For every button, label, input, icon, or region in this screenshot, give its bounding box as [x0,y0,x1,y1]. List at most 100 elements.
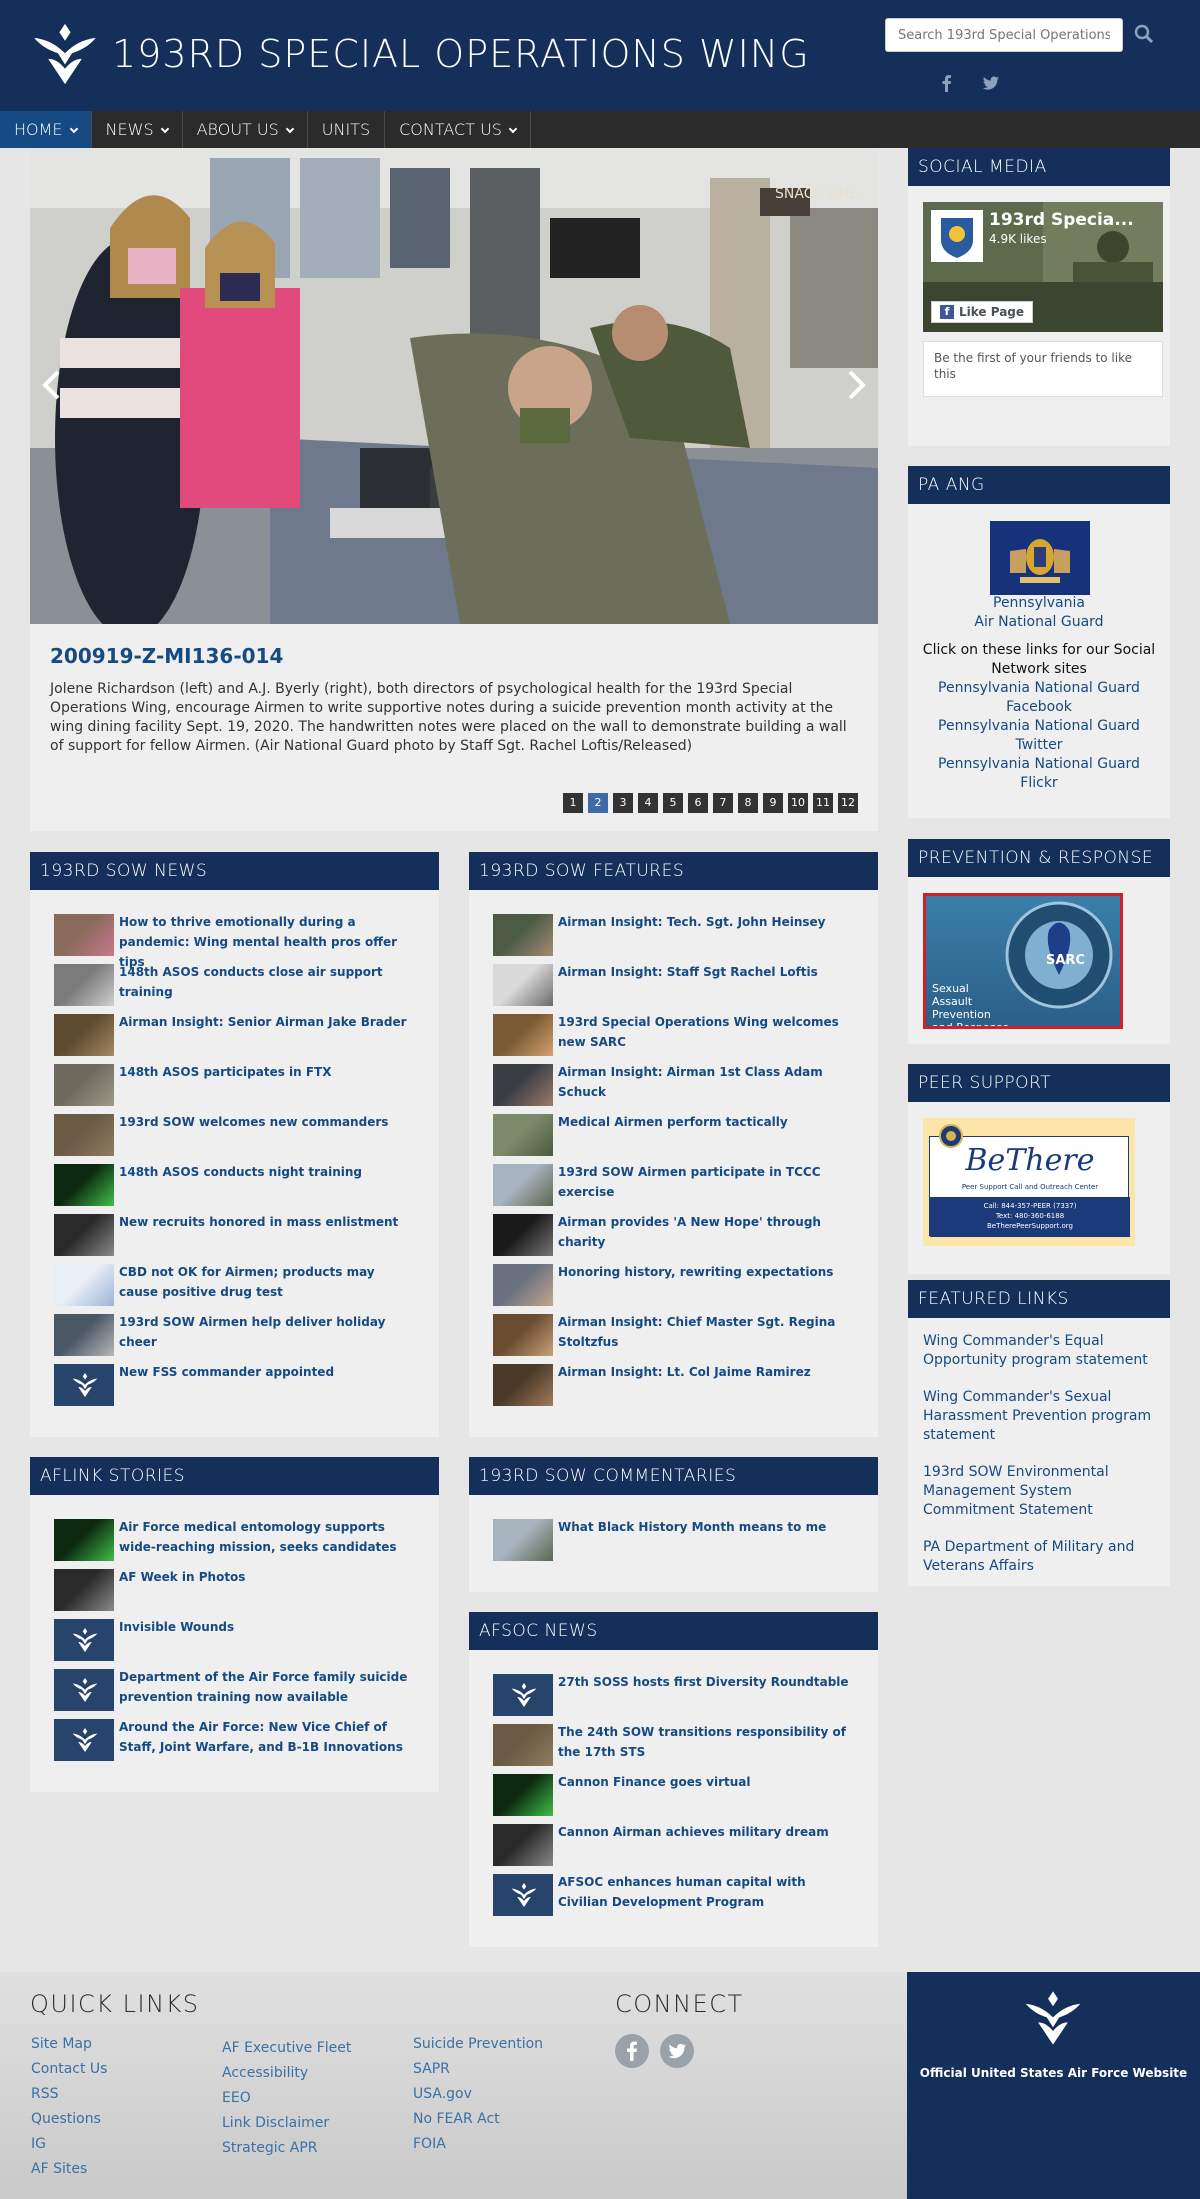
list-item[interactable]: AF Week in Photos [54,1569,415,1619]
news-thumbnail[interactable] [54,1719,114,1761]
news-thumbnail[interactable] [493,964,553,1006]
nav-item-news[interactable]: NEWS [92,111,183,148]
official-af-website-link[interactable]: Official United States Air Force Website [907,1972,1200,2199]
list-item[interactable]: Airman Insight: Chief Master Sgt. Regina… [493,1314,854,1364]
news-title-link[interactable]: Medical Airmen perform tactically [558,1112,788,1132]
footer-link[interactable]: AF Executive Fleet [222,2036,351,2061]
footer-link[interactable]: USA.gov [413,2082,543,2107]
list-item[interactable]: Airman Insight: Lt. Col Jaime Ramirez [493,1364,854,1414]
list-item[interactable]: Invisible Wounds [54,1619,415,1669]
news-title-link[interactable]: What Black History Month means to me [558,1517,826,1537]
carousel-next-icon[interactable] [844,368,868,402]
list-item[interactable]: 148th ASOS conducts night training [54,1164,415,1214]
carousel-page-button[interactable]: 9 [763,793,783,813]
carousel-page-button[interactable]: 4 [638,793,658,813]
list-item[interactable]: 148th ASOS conducts close air support tr… [54,964,415,1014]
list-item[interactable]: Around the Air Force: New Vice Chief of … [54,1719,415,1769]
footer-link[interactable]: Questions [31,2107,107,2132]
footer-link[interactable]: EEO [222,2086,351,2111]
twitter-icon[interactable] [982,74,1000,92]
featured-link[interactable]: Wing Commander's Equal Opportunity progr… [923,1332,1155,1370]
sapr-badge-link[interactable]: SARC Sexual Assault Prevention and Respo… [923,893,1123,1029]
fb-like-page-button[interactable]: f Like Page [931,301,1034,323]
news-thumbnail[interactable] [493,1674,553,1716]
news-title-link[interactable]: New FSS commander appointed [119,1362,334,1382]
carousel-page-button[interactable]: 5 [663,793,683,813]
news-thumbnail[interactable] [54,964,114,1006]
news-thumbnail[interactable] [493,1519,553,1561]
list-item[interactable]: The 24th SOW transitions responsibility … [493,1724,854,1774]
carousel-page-button[interactable]: 7 [713,793,733,813]
footer-link[interactable]: Site Map [31,2032,107,2057]
list-item[interactable]: 27th SOSS hosts first Diversity Roundtab… [493,1674,854,1724]
news-title-link[interactable]: New recruits honored in mass enlistment [119,1212,398,1232]
news-thumbnail[interactable] [54,1014,114,1056]
news-title-link[interactable]: 193rd SOW Airmen participate in TCCC exe… [558,1162,854,1202]
footer-link[interactable]: Contact Us [31,2057,107,2082]
news-thumbnail[interactable] [493,1874,553,1916]
site-title[interactable]: 193RD SPECIAL OPERATIONS WING [112,32,810,76]
news-thumbnail[interactable] [493,1064,553,1106]
pennsylvania-flag-icon[interactable] [990,521,1090,595]
footer-link[interactable]: Strategic APR [222,2136,351,2161]
list-item[interactable]: Department of the Air Force family suici… [54,1669,415,1719]
carousel-page-button[interactable]: 12 [838,793,858,813]
news-title-link[interactable]: CBD not OK for Airmen; products may caus… [119,1262,415,1302]
news-thumbnail[interactable] [54,1364,114,1406]
news-title-link[interactable]: Air Force medical entomology supports wi… [119,1517,415,1557]
news-thumbnail[interactable] [54,1214,114,1256]
footer-link[interactable]: SAPR [413,2057,543,2082]
news-thumbnail[interactable] [54,1114,114,1156]
news-title-link[interactable]: Airman provides 'A New Hope' through cha… [558,1212,854,1252]
news-title-link[interactable]: The 24th SOW transitions responsibility … [558,1722,854,1762]
list-item[interactable]: What Black History Month means to me [493,1519,854,1569]
news-thumbnail[interactable] [493,1014,553,1056]
search-input[interactable] [885,18,1123,52]
carousel-page-button[interactable]: 6 [688,793,708,813]
footer-link[interactable]: No FEAR Act [413,2107,543,2132]
news-thumbnail[interactable] [493,1164,553,1206]
news-title-link[interactable]: Airman Insight: Senior Airman Jake Brade… [119,1012,407,1032]
facebook-icon[interactable] [938,74,956,92]
news-thumbnail[interactable] [54,1569,114,1611]
list-item[interactable]: 193rd SOW Airmen participate in TCCC exe… [493,1164,854,1214]
news-title-link[interactable]: Airman Insight: Lt. Col Jaime Ramirez [558,1362,811,1382]
list-item[interactable]: 193rd SOW welcomes new commanders [54,1114,415,1164]
featured-link[interactable]: PA Department of Military and Veterans A… [923,1538,1155,1576]
news-thumbnail[interactable] [54,1619,114,1661]
carousel-photo[interactable]: SNACK LINE [30,148,878,624]
footer-link[interactable]: IG [31,2132,107,2157]
carousel-page-button[interactable]: 2 [588,793,608,813]
footer-link[interactable]: Accessibility [222,2061,351,2086]
news-title-link[interactable]: Cannon Finance goes virtual [558,1772,751,1792]
search-icon[interactable] [1134,24,1154,44]
news-thumbnail[interactable] [493,1214,553,1256]
news-thumbnail[interactable] [493,1114,553,1156]
footer-link[interactable]: RSS [31,2082,107,2107]
news-thumbnail[interactable] [54,1264,114,1306]
carousel-prev-icon[interactable] [40,368,64,402]
news-title-link[interactable]: 27th SOSS hosts first Diversity Roundtab… [558,1672,849,1692]
news-title-link[interactable]: Honoring history, rewriting expectations [558,1262,833,1282]
carousel-page-button[interactable]: 8 [738,793,758,813]
pa-ang-line1[interactable]: Pennsylvania [908,594,1170,613]
list-item[interactable]: CBD not OK for Airmen; products may caus… [54,1264,415,1314]
news-title-link[interactable]: Airman Insight: Tech. Sgt. John Heinsey [558,912,826,932]
list-item[interactable]: Airman provides 'A New Hope' through cha… [493,1214,854,1264]
list-item[interactable]: New recruits honored in mass enlistment [54,1214,415,1264]
nav-item-about-us[interactable]: ABOUT US [183,111,308,148]
facebook-page-widget[interactable]: 193rd Specia... 4.9K likes f Like Page [923,202,1163,332]
carousel-page-button[interactable]: 11 [813,793,833,813]
air-force-logo-icon[interactable] [30,22,100,86]
news-title-link[interactable]: AFSOC enhances human capital with Civili… [558,1872,854,1912]
fb-page-name[interactable]: 193rd Specia... [989,210,1134,230]
news-thumbnail[interactable] [493,1774,553,1816]
pa-ang-line2[interactable]: Air National Guard [908,613,1170,632]
news-title-link[interactable]: Department of the Air Force family suici… [119,1667,415,1707]
news-thumbnail[interactable] [493,1264,553,1306]
news-thumbnail[interactable] [493,914,553,956]
footer-facebook-button[interactable] [615,2034,649,2068]
list-item[interactable]: AFSOC enhances human capital with Civili… [493,1874,854,1924]
news-thumbnail[interactable] [54,1314,114,1356]
footer-link[interactable]: Link Disclaimer [222,2111,351,2136]
